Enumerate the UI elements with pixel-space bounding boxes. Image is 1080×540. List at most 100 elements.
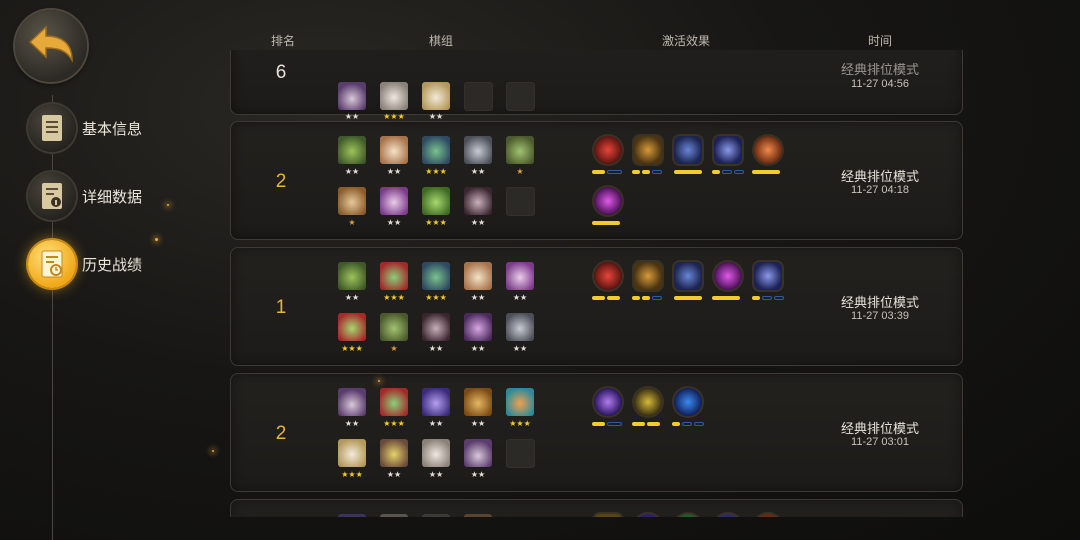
star-rating: ★★: [470, 167, 486, 176]
hero-portrait: [380, 136, 408, 164]
match-record-card[interactable]: 2 ★★ ★★ ★★★ ★★ ★ ★ ★★ ★★★ ★★ 经典排位模式 11-2…: [230, 121, 963, 240]
hero-portrait: [464, 313, 492, 341]
star-rating: ★★★: [509, 419, 531, 428]
gear-trait-icon: [634, 136, 662, 164]
empty-slot: [464, 82, 493, 111]
rank-value: 2: [275, 171, 287, 192]
undead-trait-icon: [594, 187, 622, 215]
hero-portrait: [422, 262, 450, 290]
hero-portrait: [464, 136, 492, 164]
star-rating: ★★: [428, 112, 444, 121]
hero-portrait: [380, 514, 408, 517]
star-rating: ★★★: [341, 470, 363, 479]
star-rating: ★★: [470, 344, 486, 353]
star-rating: ★★: [344, 167, 360, 176]
ambient-spark: [155, 238, 158, 241]
star-rating: ★★★: [383, 293, 405, 302]
match-time: 11-27 04:56: [851, 78, 909, 90]
header-time: 时间: [867, 34, 893, 48]
game-mode: 经典排位模式: [840, 296, 919, 311]
hunter-trait-icon: [634, 388, 662, 416]
trait-progress: [592, 170, 622, 174]
sidebar-item-detailed-data[interactable]: 详细数据: [28, 172, 142, 220]
hero-portrait: [380, 187, 408, 215]
star-rating: ★★: [344, 419, 360, 428]
star-rating: ★: [516, 167, 524, 176]
sidebar-item-label: 详细数据: [82, 187, 143, 206]
hero-portrait: [338, 514, 366, 517]
trait-progress: [712, 170, 744, 174]
star-rating: ★★: [470, 419, 486, 428]
sidebar-item-basic-info[interactable]: 基本信息: [28, 104, 142, 152]
empty-slot: [506, 82, 535, 111]
hero-portrait: [506, 388, 534, 416]
warlock-trait-icon: [714, 136, 742, 164]
match-time: 11-27 04:18: [851, 184, 909, 196]
match-record-card[interactable]: [230, 499, 963, 517]
star-rating: ★★: [428, 470, 444, 479]
hero-portrait: [338, 439, 366, 467]
star-rating: ★★: [386, 218, 402, 227]
mage-trait-icon: [674, 262, 702, 290]
star-rating: ★★: [428, 419, 444, 428]
trait-icon: [674, 514, 702, 517]
star-rating: ★★: [470, 470, 486, 479]
rank-value: 6: [275, 62, 287, 83]
sidebar: 基本信息 详细数据 历史战绩: [0, 0, 210, 540]
trait-progress: [632, 422, 660, 426]
star-rating: ★★★: [383, 419, 405, 428]
history-icon: [28, 240, 76, 288]
hero-portrait: [338, 136, 366, 164]
mage-trait-icon: [674, 136, 702, 164]
empty-slot: [506, 187, 535, 216]
hero-portrait: [506, 313, 534, 341]
hero-portrait: [422, 136, 450, 164]
match-record-card[interactable]: 1 ★★ ★★★ ★★★ ★★ ★★ ★★★ ★ ★★ ★★ ★★ 经典排位模式…: [230, 247, 963, 366]
match-time: 11-27 03:01: [851, 436, 909, 448]
assassin-trait-icon: [594, 388, 622, 416]
hero-portrait: [422, 388, 450, 416]
rank-value: 1: [275, 297, 287, 318]
star-rating: ★★: [344, 293, 360, 302]
hero-portrait: [338, 313, 366, 341]
match-record-card[interactable]: 2 ★★ ★★★ ★★ ★★ ★★★ ★★★ ★★ ★★ ★★ 经典排位模式 1…: [230, 373, 963, 492]
trait-progress: [752, 170, 780, 174]
hero-portrait: [380, 262, 408, 290]
star-rating: ★★: [470, 293, 486, 302]
trait-progress: [592, 221, 620, 225]
sidebar-item-match-history[interactable]: 历史战绩: [28, 240, 142, 288]
trait-icon: [634, 514, 662, 517]
match-record-card[interactable]: 6 ★★ ★★★ ★★ 经典排位模式 11-27 04:56: [230, 50, 963, 121]
gear-trait-icon: [634, 262, 662, 290]
star-rating: ★★★: [425, 293, 447, 302]
trait-progress: [672, 422, 704, 426]
demon-trait-icon: [594, 136, 622, 164]
hero-portrait: [506, 136, 534, 164]
hero-portrait: [338, 262, 366, 290]
star-rating: ★★: [386, 470, 402, 479]
sidebar-item-label: 基本信息: [82, 119, 143, 138]
trait-icon: [714, 514, 742, 517]
hero-portrait: [422, 82, 450, 110]
match-history-list[interactable]: 6 ★★ ★★★ ★★ 经典排位模式 11-27 04:56 2 ★★ ★★ ★…: [224, 50, 970, 517]
header-rank: 排名: [270, 34, 296, 48]
hero-portrait: [380, 439, 408, 467]
star-rating: ★★: [428, 344, 444, 353]
hero-portrait: [338, 388, 366, 416]
star-rating: ★: [390, 344, 398, 353]
hero-portrait: [422, 313, 450, 341]
hero-portrait: [464, 439, 492, 467]
empty-slot: [506, 439, 535, 468]
hero-portrait: [380, 313, 408, 341]
star-rating: ★★★: [425, 218, 447, 227]
trait-progress: [592, 422, 622, 426]
sidebar-item-label: 历史战绩: [82, 255, 143, 274]
rank-value: 2: [275, 423, 287, 444]
hero-portrait: [506, 262, 534, 290]
game-mode: 经典排位模式: [840, 63, 919, 78]
hero-portrait: [380, 388, 408, 416]
demon-trait-icon: [594, 262, 622, 290]
trait-progress: [674, 296, 702, 300]
header-lineup: 棋组: [428, 34, 454, 48]
back-button[interactable]: [15, 10, 87, 82]
